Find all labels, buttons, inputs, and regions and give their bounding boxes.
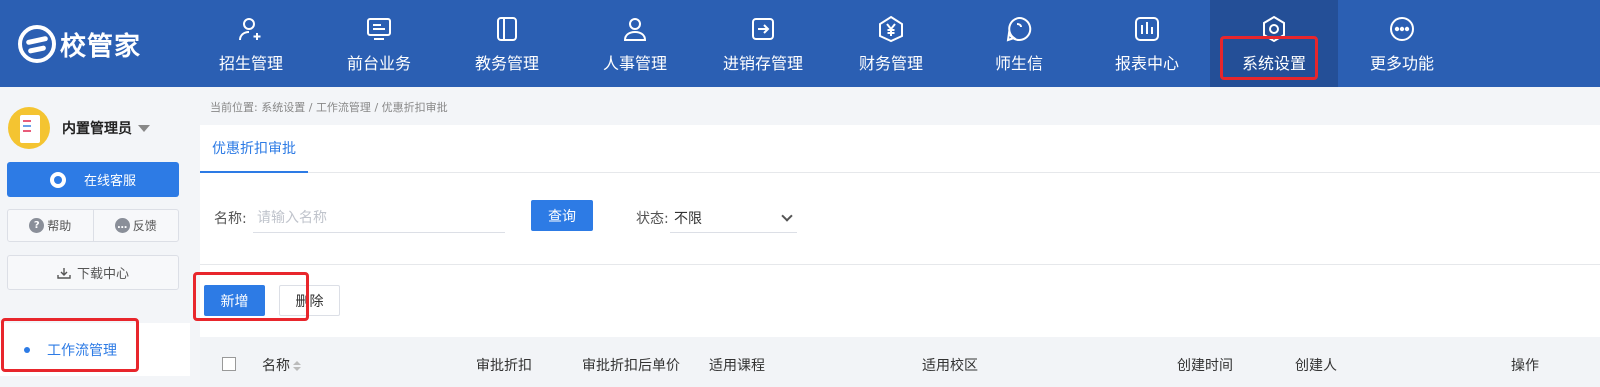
column-header-creator: 创建人 [1295, 358, 1337, 374]
online-service-label: 在线客服 [83, 174, 136, 189]
yen-icon [876, 14, 906, 44]
nav-item-hr[interactable]: 人事管理 [571, 0, 699, 87]
nav-label: 前台业务 [346, 54, 411, 73]
nav-item-finance[interactable]: 财务管理 [827, 0, 955, 87]
book-icon [492, 14, 522, 44]
status-select[interactable]: 不限 [670, 203, 797, 233]
bar-chart-icon [1132, 14, 1162, 44]
person-plus-icon [236, 14, 266, 44]
nav-label: 系统设置 [1241, 54, 1306, 73]
feedback-button[interactable]: … 反馈 [92, 210, 179, 241]
status-select-value: 不限 [674, 210, 702, 227]
help-label: 帮助 [47, 219, 72, 233]
avatar [8, 107, 50, 149]
help-feedback-group: ? 帮助 … 反馈 [7, 209, 179, 242]
app-logo[interactable]: 校管家 [18, 24, 141, 64]
nav-item-more[interactable]: 更多功能 [1338, 0, 1466, 87]
help-button[interactable]: ? 帮助 [8, 210, 93, 241]
arrow-box-icon [748, 14, 778, 44]
tab-discount-approval[interactable]: 优惠折扣审批 [200, 125, 308, 173]
nav-label: 财务管理 [858, 54, 923, 73]
logo-mark-icon [18, 25, 56, 63]
nav-label: 师生信 [994, 54, 1043, 73]
nav-item-inventory[interactable]: 进销存管理 [699, 0, 827, 87]
name-filter-label: 名称: [214, 211, 247, 227]
column-header-course: 适用课程 [709, 358, 765, 374]
nav-item-academic[interactable]: 教务管理 [443, 0, 571, 87]
question-icon: ? [29, 218, 45, 233]
table-header: 名称 审批折扣 审批折扣后单价 适用课程 适用校区 创建时间 创建人 操作 [200, 337, 1600, 387]
column-header-campus: 适用校区 [922, 358, 978, 374]
breadcrumb-separator: / [308, 101, 313, 114]
logo-text: 校管家 [60, 31, 142, 62]
status-filter-label: 状态: [636, 211, 669, 227]
column-header-actions: 操作 [1511, 358, 1539, 374]
select-all-checkbox[interactable] [222, 357, 236, 371]
nav-item-system-settings[interactable]: 系统设置 [1210, 0, 1338, 87]
sort-icon[interactable] [293, 361, 301, 371]
user-name: 内置管理员 [62, 121, 132, 137]
chevron-down-icon[interactable] [138, 124, 150, 132]
settings-icon [1259, 14, 1289, 44]
chevron-down-icon [781, 210, 793, 222]
breadcrumb-item[interactable]: 系统设置 [261, 101, 305, 114]
column-header-name[interactable]: 名称 [262, 355, 301, 375]
filter-bar: 名称: 查询 状态: 不限 [200, 173, 1600, 265]
user-profile[interactable]: 内置管理员 [8, 107, 150, 149]
sidebar: 内置管理员 在线客服 ? 帮助 … 反馈 下载中心 工作流管理 [0, 87, 190, 387]
download-center-button[interactable]: 下载中心 [7, 255, 179, 290]
person-icon [620, 14, 650, 44]
download-icon [57, 267, 71, 279]
breadcrumb-item: 优惠折扣审批 [381, 101, 448, 114]
nav-item-reports[interactable]: 报表中心 [1083, 0, 1211, 87]
nav-item-front-desk[interactable]: 前台业务 [315, 0, 443, 87]
breadcrumb: 当前位置: 系统设置 / 工作流管理 / 优惠折扣审批 [210, 99, 448, 115]
breadcrumb-item[interactable]: 工作流管理 [316, 101, 371, 114]
tab-bar: 优惠折扣审批 [200, 125, 1600, 173]
nav-label: 更多功能 [1369, 54, 1434, 73]
breadcrumb-prefix: 当前位置: [210, 101, 258, 114]
bullet-dot-icon [24, 346, 30, 353]
sidebar-item-workflow[interactable]: 工作流管理 [0, 323, 190, 376]
content-panel: 优惠折扣审批 名称: 查询 状态: 不限 新增 删除 名称 审批折扣 审批折扣后… [200, 125, 1600, 387]
sidebar-item-label: 工作流管理 [47, 342, 117, 359]
column-header-label: 名称 [262, 358, 290, 374]
column-header-unit-price: 审批折扣后单价 [582, 358, 680, 374]
column-header-created-time: 创建时间 [1177, 358, 1233, 374]
column-header-discount: 审批折扣 [476, 358, 532, 374]
nav-label: 教务管理 [474, 54, 539, 73]
name-search-input[interactable] [253, 203, 505, 233]
nav-label: 报表中心 [1114, 54, 1179, 73]
online-service-button[interactable]: 在线客服 [7, 162, 179, 197]
nav-label: 招生管理 [218, 54, 283, 73]
top-navigation-bar: 校管家 招生管理 前台业务 教务管理 人事管理 进销存管理 财务管理 师生信 报… [0, 0, 1600, 87]
download-center-label: 下载中心 [76, 267, 129, 282]
add-button[interactable]: 新增 [204, 285, 265, 316]
nav-label: 进销存管理 [722, 54, 803, 73]
nav-item-messaging[interactable]: 师生信 [955, 0, 1083, 87]
nav-item-enrollment[interactable]: 招生管理 [187, 0, 315, 87]
headset-icon [49, 171, 66, 188]
breadcrumb-separator: / [374, 101, 379, 114]
more-icon [1387, 14, 1417, 44]
nav-label: 人事管理 [602, 54, 667, 73]
main-content: 当前位置: 系统设置 / 工作流管理 / 优惠折扣审批 优惠折扣审批 名称: 查… [190, 87, 1600, 387]
feedback-label: 反馈 [132, 219, 157, 233]
monitor-icon [364, 14, 394, 44]
delete-button[interactable]: 删除 [279, 285, 340, 316]
chat-dots-icon: … [114, 218, 130, 233]
chat-bubble-icon [1004, 14, 1034, 44]
query-button[interactable]: 查询 [531, 200, 593, 231]
